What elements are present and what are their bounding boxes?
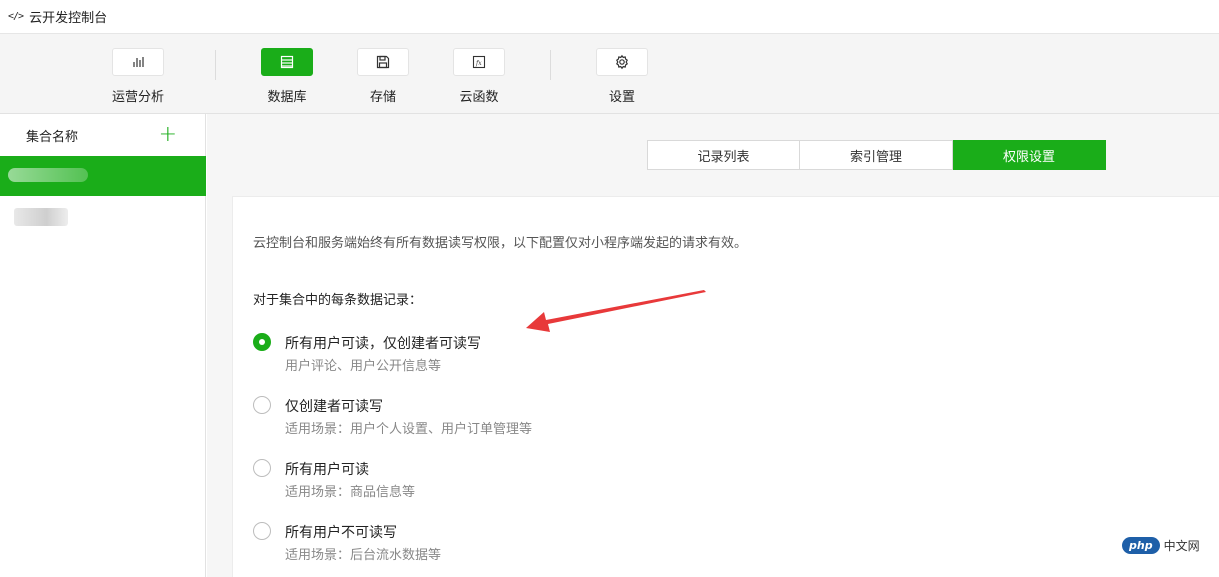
tab-index-management[interactable]: 索引管理 bbox=[800, 140, 953, 170]
tool-cloud-function-label: 云函数 bbox=[459, 90, 499, 105]
redacted-collection-name bbox=[8, 168, 88, 182]
annotation-arrow-shape bbox=[526, 290, 706, 332]
collection-header: 集合名称 + bbox=[0, 114, 205, 156]
add-collection-button[interactable]: + bbox=[159, 124, 177, 146]
database-icon bbox=[261, 48, 313, 76]
toolbar: 运营分析 数据库 存储 fx 云函数 设置 bbox=[0, 33, 1219, 114]
php-logo: php bbox=[1122, 537, 1160, 554]
tool-settings[interactable]: 设置 bbox=[582, 48, 662, 105]
svg-text:fx: fx bbox=[475, 60, 482, 67]
collection-header-label: 集合名称 bbox=[26, 129, 79, 145]
tool-settings-label: 设置 bbox=[608, 90, 635, 105]
gear-icon bbox=[596, 48, 648, 76]
permission-option-label: 所有用户可读 bbox=[285, 462, 369, 478]
annotation-arrow bbox=[526, 290, 706, 332]
tool-storage[interactable]: 存储 bbox=[343, 48, 423, 105]
collection-item[interactable] bbox=[0, 206, 206, 236]
radio-button[interactable] bbox=[253, 459, 271, 477]
permission-panel: 云控制台和服务端始终有所有数据读写权限，以下配置仅对小程序端发起的请求有效。 对… bbox=[232, 196, 1219, 577]
code-icon: </> bbox=[8, 11, 24, 22]
permission-option-hint: 适用场景：后台流水数据等 bbox=[285, 548, 442, 563]
permission-option-hint: 用户评论、用户公开信息等 bbox=[285, 359, 442, 374]
tool-database[interactable]: 数据库 bbox=[247, 48, 327, 105]
tool-database-label: 数据库 bbox=[267, 90, 307, 105]
permission-option-label: 仅创建者可读写 bbox=[285, 399, 383, 415]
toolbar-divider bbox=[215, 50, 216, 80]
tool-analytics[interactable]: 运营分析 bbox=[98, 48, 178, 105]
redacted-collection-name bbox=[14, 208, 68, 226]
radio-button-checked[interactable] bbox=[253, 333, 271, 351]
radio-button[interactable] bbox=[253, 522, 271, 540]
radio-button[interactable] bbox=[253, 396, 271, 414]
permission-option-hint: 适用场景：商品信息等 bbox=[285, 485, 416, 500]
toolbar-divider bbox=[550, 50, 551, 80]
floppy-disk-icon bbox=[357, 48, 409, 76]
tab-record-list[interactable]: 记录列表 bbox=[647, 140, 800, 170]
tool-cloud-function[interactable]: fx 云函数 bbox=[439, 48, 519, 105]
tab-bar: 记录列表 索引管理 权限设置 bbox=[647, 140, 1106, 170]
tool-storage-label: 存储 bbox=[369, 90, 396, 105]
collection-item-selected[interactable] bbox=[0, 156, 206, 196]
title-bar: </> 云开发控制台 bbox=[0, 0, 1219, 33]
bar-chart-icon bbox=[112, 48, 164, 76]
permission-option-label: 所有用户可读，仅创建者可读写 bbox=[285, 336, 481, 352]
watermark: php 中文网 bbox=[1122, 537, 1200, 554]
watermark-text: 中文网 bbox=[1163, 539, 1200, 553]
tab-permission-settings[interactable]: 权限设置 bbox=[953, 140, 1106, 170]
permission-option-label: 所有用户不可读写 bbox=[285, 525, 397, 541]
window-title: 云开发控制台 bbox=[29, 11, 108, 26]
permission-description: 云控制台和服务端始终有所有数据读写权限，以下配置仅对小程序端发起的请求有效。 bbox=[253, 236, 748, 251]
function-icon: fx bbox=[453, 48, 505, 76]
collection-sidebar: 集合名称 + bbox=[0, 114, 206, 577]
tool-analytics-label: 运营分析 bbox=[111, 90, 164, 105]
main-content: 记录列表 索引管理 权限设置 云控制台和服务端始终有所有数据读写权限，以下配置仅… bbox=[207, 114, 1219, 577]
permission-lead: 对于集合中的每条数据记录： bbox=[253, 293, 423, 308]
permission-option-hint: 适用场景：用户个人设置、用户订单管理等 bbox=[285, 422, 533, 437]
